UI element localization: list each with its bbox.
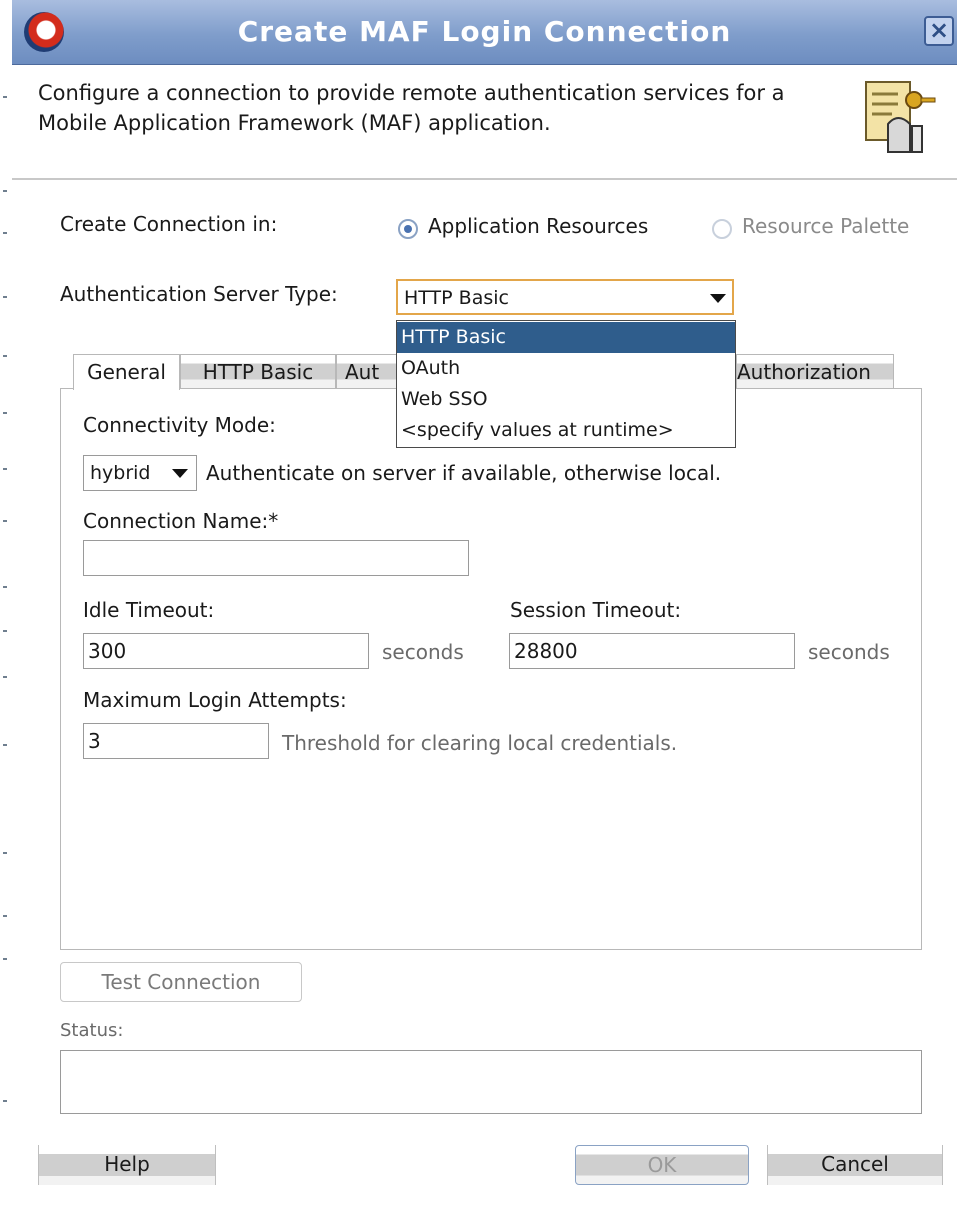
- ok-button[interactable]: OK: [575, 1145, 749, 1185]
- title-bar[interactable]: Create MAF Login Connection ×: [12, 0, 957, 65]
- help-button[interactable]: Help: [38, 1145, 216, 1185]
- connection-name-input[interactable]: [83, 540, 469, 576]
- dialog-description: Configure a connection to provide remote…: [38, 78, 838, 138]
- session-timeout-input[interactable]: 28800: [509, 633, 795, 669]
- status-label: Status:: [60, 1020, 124, 1041]
- session-timeout-label: Session Timeout:: [510, 598, 682, 622]
- max-login-attempts-input[interactable]: 3: [83, 723, 269, 759]
- triangle-down-icon: [710, 294, 726, 303]
- dropdown-option-runtime[interactable]: <specify values at runtime>: [397, 415, 735, 446]
- create-maf-login-connection-dialog: Create MAF Login Connection × Configure …: [12, 0, 957, 1205]
- max-login-attempts-hint: Threshold for clearing local credentials…: [282, 731, 678, 755]
- dropdown-option-web-sso[interactable]: Web SSO: [397, 384, 735, 415]
- tab-http-basic[interactable]: HTTP Basic: [180, 354, 336, 388]
- resource-palette-label: Resource Palette: [742, 214, 910, 238]
- idle-timeout-label: Idle Timeout:: [83, 598, 215, 622]
- connection-key-icon: [865, 81, 936, 153]
- radio-button-disabled[interactable]: [712, 219, 732, 239]
- session-timeout-unit: seconds: [808, 640, 890, 664]
- connectivity-mode-select[interactable]: hybrid: [83, 455, 197, 491]
- radio-button-selected[interactable]: [398, 219, 418, 239]
- max-login-attempts-label: Maximum Login Attempts:: [83, 688, 347, 712]
- test-connection-button[interactable]: Test Connection: [60, 962, 302, 1002]
- background-window-edge: [0, 0, 12, 1205]
- status-text-area: [60, 1050, 922, 1114]
- description-line-2: Mobile Application Framework (MAF) appli…: [38, 111, 551, 135]
- tab-general[interactable]: General: [73, 354, 180, 390]
- auth-server-type-value: HTTP Basic: [404, 287, 509, 309]
- tab-authorization[interactable]: Authorization: [736, 354, 894, 388]
- cancel-button[interactable]: Cancel: [767, 1145, 943, 1185]
- dropdown-option-http-basic[interactable]: HTTP Basic: [397, 322, 735, 353]
- auth-server-type-dropdown-list[interactable]: HTTP Basic OAuth Web SSO <specify values…: [396, 320, 736, 448]
- connectivity-mode-label: Connectivity Mode:: [83, 413, 276, 437]
- create-connection-label: Create Connection in:: [60, 212, 278, 236]
- triangle-down-icon: [172, 469, 188, 478]
- close-icon[interactable]: ×: [924, 16, 954, 46]
- dropdown-option-oauth[interactable]: OAuth: [397, 353, 735, 384]
- application-resources-label: Application Resources: [428, 214, 649, 238]
- connectivity-mode-value: hybrid: [90, 462, 151, 484]
- idle-timeout-input[interactable]: 300: [83, 633, 369, 669]
- description-line-1: Configure a connection to provide remote…: [38, 81, 785, 105]
- tab-authentication[interactable]: Aut: [336, 354, 398, 388]
- auth-server-type-select[interactable]: HTTP Basic: [396, 279, 734, 315]
- auth-server-type-label: Authentication Server Type:: [60, 282, 338, 306]
- dialog-title: Create MAF Login Connection: [237, 15, 732, 48]
- connectivity-mode-hint: Authenticate on server if available, oth…: [206, 461, 722, 485]
- header-separator: [12, 178, 957, 180]
- idle-timeout-unit: seconds: [382, 640, 464, 664]
- connection-name-label: Connection Name:*: [83, 509, 279, 533]
